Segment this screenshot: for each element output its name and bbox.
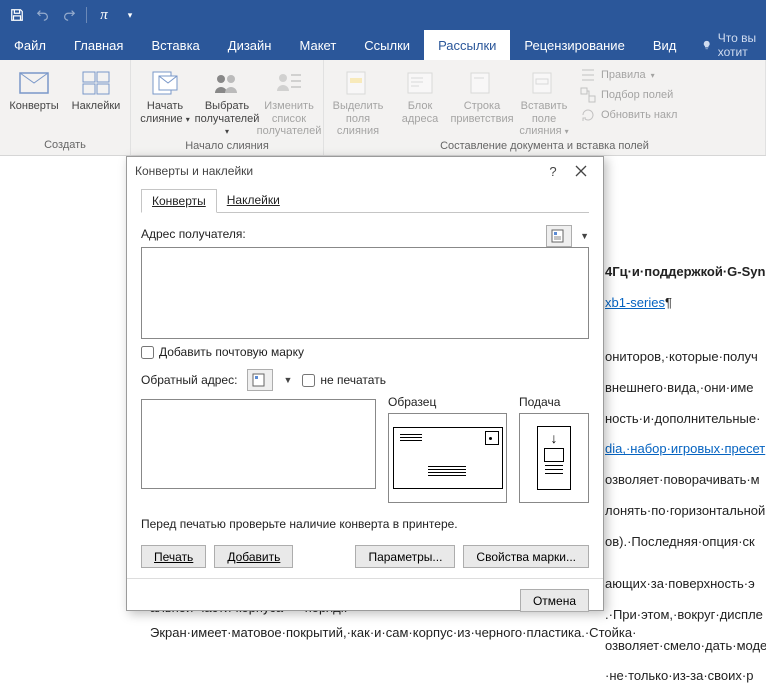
envelope-icon: [18, 68, 50, 98]
dialog-tabs: Конверты Наклейки: [141, 189, 589, 213]
stamp-properties-button[interactable]: Свойства марки...: [463, 545, 589, 568]
tab-references[interactable]: Ссылки: [350, 30, 424, 60]
update-labels-button: Обновить накл: [578, 106, 679, 124]
print-button[interactable]: Печать: [141, 545, 206, 568]
dialog-tab-labels[interactable]: Наклейки: [217, 189, 290, 212]
edit-recipients-button: Изменить список получателей: [261, 64, 317, 138]
envelope-sample-icon: [393, 427, 503, 489]
add-button[interactable]: Добавить: [214, 545, 293, 568]
doc-heading: 4Гц·и·поддержкой·G-Syn: [605, 260, 766, 285]
insert-field-icon: [528, 68, 560, 98]
tab-home[interactable]: Главная: [60, 30, 137, 60]
feed-label: Подача: [519, 395, 589, 409]
addressbook-icon: [551, 229, 567, 243]
options-button[interactable]: Параметры...: [355, 545, 455, 568]
rules-button: Правила ▾: [578, 66, 679, 84]
sample-label: Образец: [388, 395, 507, 409]
quick-access-toolbar: π ▾: [0, 0, 766, 30]
address-block-icon: [404, 68, 436, 98]
equation-icon[interactable]: π: [93, 4, 115, 26]
recipients-icon: [211, 68, 243, 98]
tab-mailings[interactable]: Рассылки: [424, 30, 510, 60]
doc-link[interactable]: xb1-series: [605, 295, 665, 310]
refresh-icon: [580, 107, 596, 123]
ribbon-tabs: Файл Главная Вставка Дизайн Макет Ссылки…: [0, 30, 766, 60]
no-print-checkbox[interactable]: не печатать: [302, 373, 386, 387]
tab-design[interactable]: Дизайн: [214, 30, 286, 60]
match-fields-button: Подбор полей: [578, 86, 679, 104]
cancel-button[interactable]: Отмена: [520, 589, 589, 612]
tab-review[interactable]: Рецензирование: [510, 30, 638, 60]
start-merge-button[interactable]: Начать слияние ▾: [137, 64, 193, 125]
undo-icon[interactable]: [32, 4, 54, 26]
tab-view[interactable]: Вид: [639, 30, 691, 60]
labels-icon: [80, 68, 112, 98]
ribbon: Конверты Наклейки Создать Начать слияние…: [0, 60, 766, 156]
add-postage-checkbox[interactable]: Добавить почтовую марку: [141, 345, 589, 359]
recipient-address-input[interactable]: [141, 247, 589, 339]
save-icon[interactable]: [6, 4, 28, 26]
printer-hint: Перед печатью проверьте наличие конверта…: [141, 517, 589, 531]
tell-me-search[interactable]: Что вы хотит: [690, 30, 766, 60]
group-create: Конверты Наклейки Создать: [0, 60, 131, 155]
add-postage-input[interactable]: [141, 346, 154, 359]
envelope-preview[interactable]: [388, 413, 507, 503]
insert-field-button: Вставить поле слияния ▾: [516, 64, 572, 138]
return-address-input[interactable]: [141, 399, 376, 489]
envelopes-labels-dialog: Конверты и наклейки ? Конверты Наклейки …: [126, 156, 604, 611]
feed-sample-icon: ↓: [537, 426, 571, 490]
close-button[interactable]: [567, 157, 595, 185]
dialog-tab-envelopes[interactable]: Конверты: [141, 189, 217, 213]
feed-preview[interactable]: ↓: [519, 413, 589, 503]
dialog-title: Конверты и наклейки: [135, 164, 253, 178]
redo-icon[interactable]: [58, 4, 80, 26]
select-recipients-button[interactable]: Выбрать получателей ▾: [199, 64, 255, 138]
match-icon: [580, 87, 596, 103]
tab-layout[interactable]: Макет: [285, 30, 350, 60]
tab-file[interactable]: Файл: [0, 30, 60, 60]
return-address-book-button[interactable]: [247, 369, 273, 391]
labels-button[interactable]: Наклейки: [68, 64, 124, 113]
dialog-titlebar: Конверты и наклейки ?: [127, 157, 603, 185]
close-icon: [575, 165, 587, 177]
greeting-line-button: Строка приветствия: [454, 64, 510, 125]
group-compose: Выделить поля слияния Блок адреса Строка…: [324, 60, 766, 155]
highlight-fields-button: Выделить поля слияния: [330, 64, 386, 138]
recipient-label: Адрес получателя:: [141, 227, 538, 241]
address-block-button: Блок адреса: [392, 64, 448, 125]
bulb-icon: [702, 38, 711, 52]
group-start-merge: Начать слияние ▾ Выбрать получателей ▾ И…: [131, 60, 324, 155]
address-book-button[interactable]: [546, 225, 572, 247]
no-print-input[interactable]: [302, 374, 315, 387]
start-merge-icon: [149, 68, 181, 98]
return-addr-label: Обратный адрес:: [141, 373, 237, 387]
qat-customize-icon[interactable]: ▾: [119, 4, 141, 26]
addressbook-icon: [252, 373, 268, 387]
edit-list-icon: [273, 68, 305, 98]
tab-insert[interactable]: Вставка: [137, 30, 213, 60]
envelopes-button[interactable]: Конверты: [6, 64, 62, 113]
help-button[interactable]: ?: [539, 157, 567, 185]
greeting-icon: [466, 68, 498, 98]
highlight-icon: [342, 68, 374, 98]
rules-icon: [580, 67, 596, 83]
